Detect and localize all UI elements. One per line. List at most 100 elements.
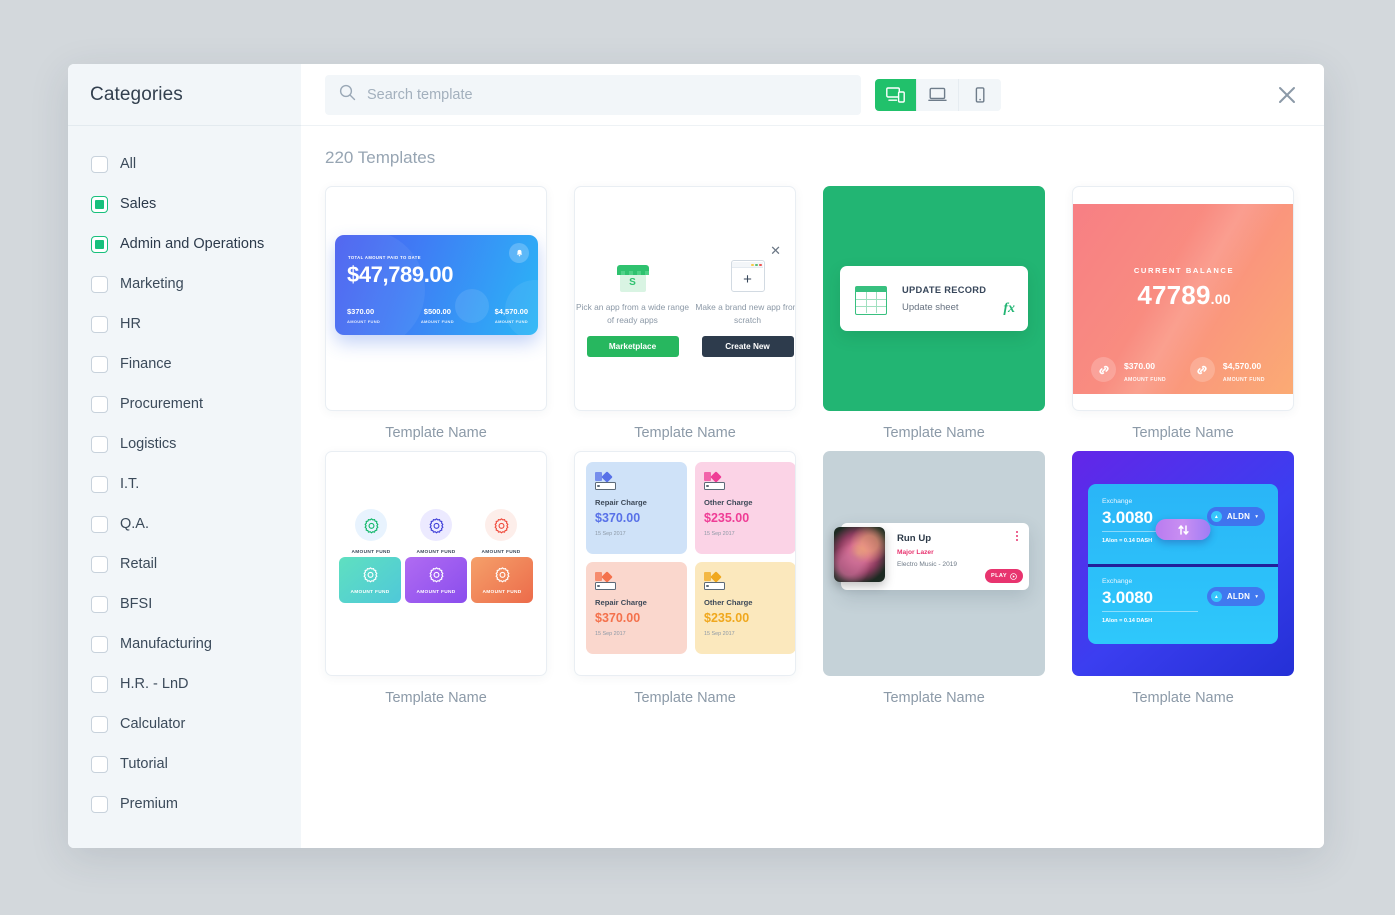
charge-tile: Other Charge $235.00 15 Sep 2017 — [695, 462, 795, 554]
template-thumbnail-balance-blue[interactable]: TOTAL AMOUNT PAID TO DATE $47,789.00 $37… — [325, 186, 547, 411]
stat-caption: AMOUNT FUND — [347, 319, 381, 324]
sidebar-item-procurement[interactable]: Procurement — [68, 384, 301, 424]
swap-arrows-icon[interactable] — [1155, 519, 1211, 540]
sidebar-item-label: Premium — [120, 796, 179, 812]
checkbox[interactable] — [91, 395, 108, 413]
sidebar-item-admin-and-operations[interactable]: Admin and Operations — [68, 224, 301, 264]
checkbox[interactable] — [91, 155, 108, 173]
sidebar-item-label: Sales — [120, 196, 157, 212]
currency-selector[interactable]: ▲ ALDN ▾ — [1206, 507, 1265, 526]
checkbox[interactable] — [91, 475, 108, 493]
template-thumbnail-music-player[interactable]: Run Up Major Lazer Electro Music - 2019 … — [823, 451, 1045, 676]
current-balance-stats: $370.00 AMOUNT FUND $4,570.00 AMOUNT FUND — [1091, 356, 1277, 383]
template-thumbnail-gear-grid[interactable]: AMOUNT FUND AMOUNT FUND AMOUNT FUND AMOUNT… — [325, 451, 547, 676]
sidebar-item-logistics[interactable]: Logistics — [68, 424, 301, 464]
sidebar-item-i-t[interactable]: I.T. — [68, 464, 301, 504]
sidebar-item-sales[interactable]: Sales — [68, 184, 301, 224]
checkbox[interactable] — [91, 595, 108, 613]
checkbox[interactable] — [91, 795, 108, 813]
template-thumbnail-exchange[interactable]: Exchange 3.0080 1Alon = 0.14 DASH ▲ ALDN ▾ Exc… — [1072, 451, 1294, 676]
checkbox[interactable] — [91, 515, 108, 533]
template-card[interactable]: ✕ S Pick an app from a wide range of rea… — [574, 186, 796, 441]
checkbox[interactable] — [91, 235, 108, 253]
category-list: All Sales Admin and Operations Marketing HR F… — [68, 126, 301, 824]
blue-balance-widget: TOTAL AMOUNT PAID TO DATE $47,789.00 $37… — [335, 235, 538, 335]
sidebar-item-manufacturing[interactable]: Manufacturing — [68, 624, 301, 664]
checkbox[interactable] — [91, 355, 108, 373]
play-button[interactable]: PLAY — [984, 569, 1023, 583]
template-card[interactable]: Repair Charge $370.00 15 Sep 2017 Other Cha… — [574, 451, 796, 706]
currency-selector[interactable]: ▲ ALDN ▾ — [1206, 587, 1265, 606]
balance-stat: $4,570.00 AMOUNT FUND — [495, 307, 528, 324]
search-box[interactable] — [325, 74, 861, 115]
checkbox[interactable] — [91, 635, 108, 653]
template-card[interactable]: TOTAL AMOUNT PAID TO DATE $47,789.00 $37… — [325, 186, 547, 441]
template-card[interactable]: UPDATE RECORD Update sheet fx Template N… — [823, 186, 1045, 441]
gear-caption: AMOUNT FUND — [416, 589, 456, 595]
template-card[interactable]: Exchange 3.0080 1Alon = 0.14 DASH ▲ ALDN ▾ Exc… — [1072, 451, 1294, 706]
sidebar-item-premium[interactable]: Premium — [68, 784, 301, 824]
sidebar-item-retail[interactable]: Retail — [68, 544, 301, 584]
gear-caption: AMOUNT FUND — [482, 589, 522, 595]
sidebar-item-tutorial[interactable]: Tutorial — [68, 744, 301, 784]
stat-value: $500.00 — [423, 307, 451, 316]
sidebar-item-q-a[interactable]: Q.A. — [68, 504, 301, 544]
view-desktop-button[interactable] — [917, 78, 959, 111]
template-thumbnail-app-picker[interactable]: ✕ S Pick an app from a wide range of rea… — [574, 186, 796, 411]
view-mobile-button[interactable] — [959, 78, 1001, 111]
sidebar-item-h-r-lnd[interactable]: H.R. - LnD — [68, 664, 301, 704]
template-label: Template Name — [385, 690, 487, 706]
sidebar-item-marketing[interactable]: Marketing — [68, 264, 301, 304]
balance-stat: $370.00 AMOUNT FUND — [347, 307, 380, 324]
sidebar-item-bfsi[interactable]: BFSI — [68, 584, 301, 624]
view-responsive-button[interactable] — [875, 78, 917, 111]
vertical-dots-icon[interactable] — [1015, 531, 1018, 542]
close-icon[interactable]: ✕ — [770, 243, 781, 259]
checkbox[interactable] — [91, 315, 108, 333]
charge-title: Other Charge — [704, 598, 753, 607]
currency-code: ALDN — [1226, 592, 1251, 601]
marketplace-button[interactable]: Marketplace — [586, 336, 679, 358]
checkbox[interactable] — [91, 195, 108, 213]
gear-icon — [495, 566, 509, 582]
color-swatch-icon — [704, 471, 726, 490]
charge-amount: $235.00 — [704, 611, 750, 625]
link-icon — [1091, 357, 1116, 382]
template-thumbnail-update-record[interactable]: UPDATE RECORD Update sheet fx — [823, 186, 1045, 411]
sidebar-item-label: All — [120, 156, 137, 172]
template-thumbnail-current-balance[interactable]: CURRENT BALANCE 47789.00 $370.00 AMOUNT F… — [1072, 186, 1294, 411]
balance-stat: $370.00 AMOUNT FUND — [1091, 356, 1166, 383]
sidebar-item-hr[interactable]: HR — [68, 304, 301, 344]
stat-caption: AMOUNT FUND — [494, 319, 528, 324]
sidebar-item-calculator[interactable]: Calculator — [68, 704, 301, 744]
search-input[interactable] — [367, 86, 847, 103]
gear-bubble — [420, 509, 452, 541]
sidebar-header: Categories — [68, 64, 301, 126]
checkbox[interactable] — [91, 675, 108, 693]
gear-icon — [429, 517, 443, 533]
view-mode-toggle — [875, 78, 1001, 111]
template-card[interactable]: AMOUNT FUND AMOUNT FUND AMOUNT FUND AMOUNT… — [325, 451, 547, 706]
template-card[interactable]: CURRENT BALANCE 47789.00 $370.00 AMOUNT F… — [1072, 186, 1294, 441]
charge-tile: Other Charge $235.00 15 Sep 2017 — [695, 562, 795, 654]
gear-caption: AMOUNT FUND — [481, 550, 521, 555]
stat-value: $4,570.00 — [494, 307, 528, 316]
main-panel: 220 Templates — [301, 64, 1324, 848]
create-new-button[interactable]: Create New — [701, 336, 794, 358]
sidebar-item-finance[interactable]: Finance — [68, 344, 301, 384]
color-swatch-icon — [704, 571, 726, 590]
checkbox[interactable] — [91, 435, 108, 453]
marketplace-option[interactable]: S Pick an app from a wide range of ready… — [575, 260, 690, 358]
checkbox[interactable] — [91, 755, 108, 773]
search-icon — [339, 84, 356, 106]
checkbox[interactable] — [91, 555, 108, 573]
sidebar-item-all[interactable]: All — [68, 144, 301, 184]
checkbox[interactable] — [91, 715, 108, 733]
templates-content: 220 Templates TOTAL AMOUNT PAID TO DATE … — [301, 126, 1324, 848]
chevron-down-icon: ▾ — [1255, 593, 1258, 600]
template-card[interactable]: Run Up Major Lazer Electro Music - 2019 … — [823, 451, 1045, 706]
checkbox[interactable] — [91, 275, 108, 293]
template-thumbnail-charges[interactable]: Repair Charge $370.00 15 Sep 2017 Other Cha… — [574, 451, 796, 676]
close-modal-button[interactable] — [1272, 80, 1302, 110]
create-new-option[interactable]: + Make a brand new app from scratch Crea… — [690, 260, 795, 358]
